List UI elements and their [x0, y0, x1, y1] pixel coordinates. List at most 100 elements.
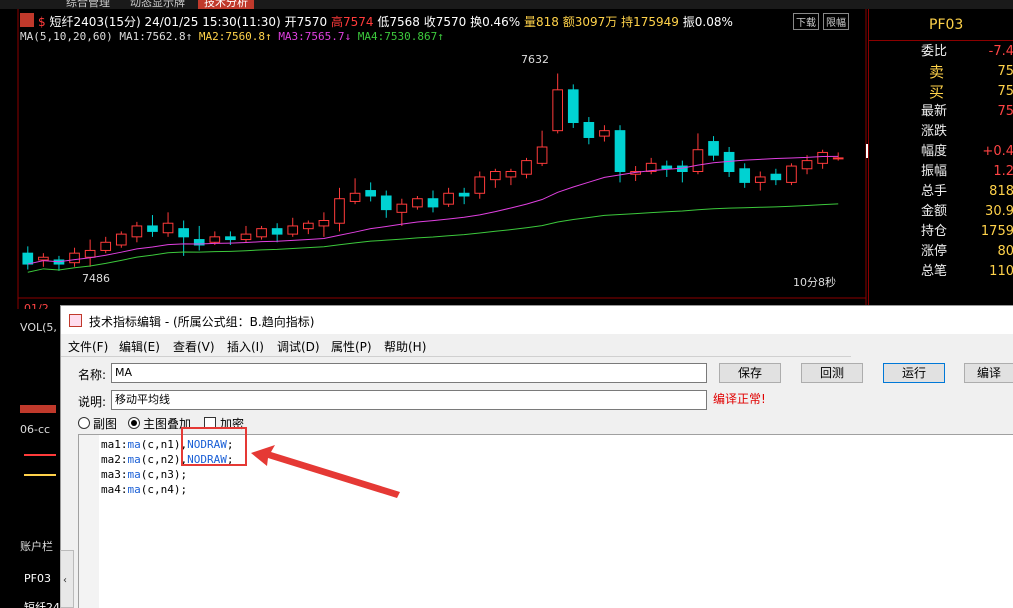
quote-row-label: 幅度 — [921, 144, 948, 159]
candle-body — [739, 168, 751, 183]
menu-help[interactable]: 帮助(H) — [384, 338, 426, 355]
account-bar-label[interactable]: 账户栏 — [20, 538, 53, 554]
account-pf03[interactable]: PF03 — [24, 572, 51, 585]
quote-row-label: 涨跌 — [921, 124, 948, 139]
code-args: (c,n3) — [140, 468, 181, 481]
main-overlay-radio[interactable] — [128, 417, 140, 429]
volume-label: 量818 — [524, 15, 559, 29]
dollar-icon: $ — [38, 15, 46, 29]
code-prefix: ma3: — [101, 468, 128, 481]
candle-body — [599, 130, 610, 137]
code-function: ma — [127, 453, 141, 466]
tab-technical-analysis[interactable]: 技术分析 — [198, 0, 254, 9]
quote-row: 振幅 1.2 — [869, 162, 1013, 182]
quote-row: 持仓 1759 — [869, 222, 1013, 242]
download-button[interactable]: 下载 — [793, 13, 819, 30]
datetime-label: 24/01/25 15:30(11:30) — [144, 15, 281, 29]
contract-code: PF03 — [929, 17, 964, 33]
symbol-label: 短纤2403(15分) — [49, 15, 141, 29]
candle-body — [162, 222, 174, 234]
quote-row-label: 振幅 — [921, 164, 948, 179]
annotation-highlight-box — [181, 427, 247, 466]
menu-properties[interactable]: 属性(P) — [331, 338, 372, 355]
quote-row-value: 30.9 — [985, 204, 1013, 219]
quote-row-label: 最新 — [921, 104, 948, 119]
candle-body — [240, 233, 252, 241]
open-interest-label: 持175949 — [621, 15, 679, 29]
menu-edit[interactable]: 编辑(E) — [119, 338, 160, 355]
scroll-left-button[interactable]: ‹ — [60, 550, 74, 608]
dialog-title-bar[interactable]: 技术指标编辑 - (所属公式组：B.趋向指标) — [61, 306, 1013, 334]
ma-legend: MA(5,10,20,60) MA1:7562.8↑ MA2:7560.8↑ M… — [20, 30, 444, 43]
quote-row: 涨停 80 — [869, 242, 1013, 262]
candle-body — [84, 249, 96, 258]
code-line: ma4:ma(c,n4); — [101, 482, 187, 497]
code-function: ma — [127, 438, 141, 451]
quote-row-label: 金额 — [921, 204, 948, 219]
quote-row: 涨跌 — [869, 122, 1013, 142]
quote-row-value: +0.4 — [982, 144, 1013, 159]
vol-bar — [20, 405, 56, 413]
candle-body — [786, 165, 797, 183]
low-mark-label: 7486 — [82, 272, 110, 285]
candle-body — [474, 176, 486, 194]
candle-body — [614, 130, 626, 172]
sub-chart-radio[interactable] — [78, 417, 90, 429]
indicator-line-red — [24, 454, 56, 456]
quote-row-value: 75 — [997, 84, 1013, 99]
quote-row-value: -7.4 — [988, 44, 1013, 59]
candle-body — [583, 122, 595, 138]
menu-file[interactable]: 文件(F) — [68, 338, 108, 355]
code-end: ; — [180, 483, 188, 496]
menu-view[interactable]: 查看(V) — [173, 338, 215, 355]
tab-comprehensive[interactable]: 综合管理 — [60, 0, 116, 9]
candle-body — [427, 198, 439, 208]
menu-bar: 文件(F) 编辑(E) 查看(V) 插入(I) 调试(D) 属性(P) 帮助(H… — [61, 334, 1013, 356]
candlestick-chart-area[interactable]: $ 短纤2403(15分) 24/01/25 15:30(11:30) 开757… — [0, 9, 916, 315]
candle-body — [349, 192, 361, 202]
quote-row-value: 75 — [997, 64, 1013, 79]
quote-row: 买 75 — [869, 82, 1013, 102]
quote-row-value: 80 — [997, 244, 1013, 259]
ma4-line — [27, 203, 839, 273]
menu-insert[interactable]: 插入(I) — [227, 338, 264, 355]
run-button[interactable]: 运行 — [883, 363, 945, 383]
candle-body — [661, 165, 673, 170]
tab-dynamic-board[interactable]: 动态显示牌 — [124, 0, 191, 9]
name-input[interactable]: MA — [111, 363, 707, 383]
indicator-label: 06-cc — [20, 423, 51, 436]
candle-body — [490, 171, 501, 181]
candle-body — [708, 141, 719, 156]
quote-row-value: 110 — [989, 264, 1013, 279]
candle-body — [552, 89, 564, 132]
candle-body — [396, 203, 408, 213]
backtest-button[interactable]: 回测 — [801, 363, 863, 383]
save-button[interactable]: 保存 — [719, 363, 781, 383]
candle-body — [318, 220, 330, 227]
candlestick-chart — [17, 9, 867, 309]
limit-button[interactable]: 限幅 — [823, 13, 849, 30]
candle-body — [178, 228, 189, 238]
candle-body — [209, 236, 221, 243]
compile-button[interactable]: 编译 — [964, 363, 1013, 383]
menu-debug[interactable]: 调试(D) — [277, 338, 320, 355]
quote-info-line: $ 短纤2403(15分) 24/01/25 15:30(11:30) 开757… — [38, 13, 733, 30]
candle-body — [69, 252, 80, 264]
ma3-value: MA3:7565.7↓ — [278, 30, 352, 43]
description-input[interactable]: 移动平均线 — [111, 390, 707, 410]
low-price: 低7568 — [377, 15, 420, 29]
code-args: (c,n1) — [140, 438, 181, 451]
code-prefix: ma2: — [101, 453, 128, 466]
chart-logo-icon — [20, 13, 34, 27]
candle-body — [443, 192, 454, 205]
code-line: ma3:ma(c,n3); — [101, 467, 187, 482]
candle-body — [801, 160, 813, 170]
account-short[interactable]: 短纤24 — [24, 599, 60, 608]
high-price: 高7574 — [330, 15, 374, 29]
high-mark-label: 7632 — [521, 53, 549, 66]
quote-row-label: 总笔 — [921, 264, 948, 279]
ma4-value: MA4:7530.867↑ — [357, 30, 444, 43]
amount-label: 额3097万 — [562, 15, 618, 29]
candle-body — [302, 222, 314, 230]
code-end: ; — [180, 468, 188, 481]
